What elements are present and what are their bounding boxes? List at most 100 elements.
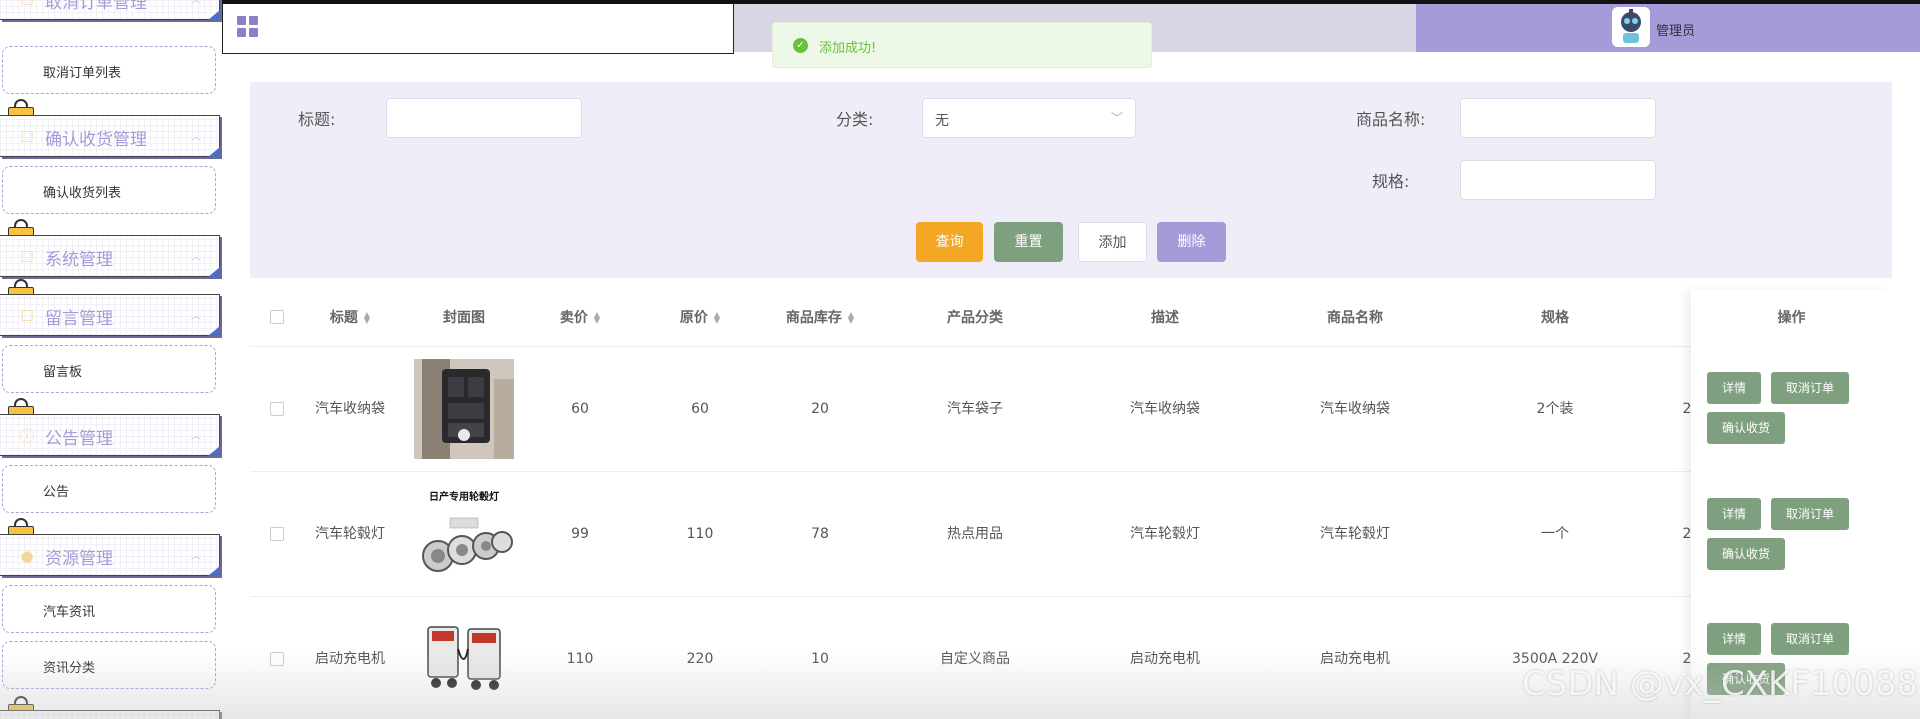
corner-decoration — [208, 267, 220, 277]
cell-price: 99 — [571, 526, 589, 542]
sidebar-item-label: 确认收货列表 — [43, 186, 122, 201]
title-label: 标题: — [298, 110, 336, 129]
column-header-spec: 规格 — [1495, 290, 1615, 346]
detail-button[interactable]: 详情 — [1707, 623, 1761, 655]
jump-starter-image — [427, 626, 501, 690]
column-label: 描述 — [1151, 310, 1179, 326]
avatar[interactable] — [1612, 7, 1650, 47]
cell-spec: 一个 — [1541, 526, 1569, 542]
product-name-input[interactable] — [1460, 98, 1656, 138]
product-name-label: 商品名称: — [1356, 110, 1426, 129]
column-header-category: 产品分类 — [910, 290, 1040, 346]
sort-icon[interactable]: ▲ ▼ — [364, 311, 370, 325]
product-table: 标题 ▲ ▼ 封面图 卖价 ▲ ▼ 原价 ▲ ▼ 商品库存 ▲ ▼ 产品分类 描述 商品名称 规… — [250, 290, 1892, 719]
column-label: 规格 — [1541, 310, 1569, 326]
cover-image[interactable] — [414, 609, 514, 709]
menu-label: 公告管理 — [45, 429, 113, 449]
sort-icon[interactable]: ▲ ▼ — [594, 311, 600, 325]
file-icon: ☐ — [20, 307, 34, 325]
sidebar-item-message-board[interactable]: 留言板 — [2, 345, 216, 393]
column-label: 标题 — [329, 310, 358, 326]
success-check-icon: ✓ — [793, 38, 808, 53]
sidebar-item-confirm-receipt-list[interactable]: 确认收货列表 — [2, 166, 216, 214]
sidebar-menu-resources[interactable]: ● 资源管理 ︿ — [0, 534, 220, 576]
cell-price: 60 — [571, 401, 589, 417]
confirm-receipt-button[interactable]: 确认收货 — [1707, 538, 1785, 570]
cell-category: 汽车袋子 — [947, 401, 1003, 417]
sidebar-item-car-news[interactable]: 汽车资讯 — [2, 585, 216, 633]
column-label: 商品名称 — [1327, 310, 1383, 326]
corner-decoration — [208, 566, 220, 576]
cell-category: 自定义商品 — [940, 651, 1010, 667]
category-select[interactable]: 无 ﹀ — [922, 98, 1136, 138]
select-all-checkbox[interactable] — [270, 310, 284, 324]
toast-message: 添加成功! — [819, 41, 877, 56]
sidebar-menu-messages[interactable]: ☐ 留言管理 ︿ — [0, 294, 220, 336]
sidebar-menu-cancel-orders[interactable]: ☐ 取消订单管理 ︿ — [0, 0, 220, 20]
cancel-order-button[interactable]: 取消订单 — [1771, 623, 1849, 655]
detail-button[interactable]: 详情 — [1707, 498, 1761, 530]
column-header-original-price[interactable]: 原价 ▲ ▼ — [650, 290, 750, 346]
sidebar-item-cancel-order-list[interactable]: 取消订单列表 — [2, 46, 216, 94]
sidebar-item-announcement[interactable]: 公告 — [2, 465, 216, 513]
row-checkbox[interactable] — [270, 652, 284, 666]
sidebar-item-news-category[interactable]: 资讯分类 — [2, 641, 216, 689]
file-icon: ☐ — [20, 248, 34, 266]
cell-stock: 78 — [811, 526, 829, 542]
file-icon: ☐ — [20, 128, 34, 146]
spec-input[interactable] — [1460, 160, 1656, 200]
sidebar-menu-next[interactable] — [0, 710, 220, 719]
delete-button[interactable]: 删除 — [1157, 222, 1226, 262]
column-header-stock[interactable]: 商品库存 ▲ ▼ — [760, 290, 880, 346]
bulb-icon: ● — [20, 547, 34, 565]
cover-image-caption: 日产专用轮毂灯 — [429, 492, 499, 503]
cover-image[interactable] — [414, 359, 514, 459]
sort-icon[interactable]: ▲ ▼ — [714, 311, 720, 325]
spec-label: 规格: — [1372, 172, 1410, 191]
sidebar-item-label: 公告 — [43, 485, 70, 500]
reset-button[interactable]: 重置 — [994, 222, 1063, 262]
chevron-up-icon: ︿ — [191, 252, 201, 263]
cell-product-name: 汽车轮毂灯 — [1320, 526, 1390, 542]
car-seat-organizer-image — [414, 359, 514, 459]
corner-decoration — [208, 10, 220, 20]
header-user-area: 管理员 — [1416, 4, 1920, 52]
chevron-up-icon: ︿ — [191, 431, 201, 442]
menu-label: 系统管理 — [45, 250, 113, 270]
column-header-product-name: 商品名称 — [1290, 290, 1420, 346]
menu-grid-icon[interactable] — [237, 16, 259, 38]
chevron-down-icon: ﹀ — [1110, 111, 1123, 125]
sidebar-menu-announcements[interactable]: ⓘ 公告管理 ︿ — [0, 414, 220, 456]
cover-image[interactable]: 日产专用轮毂灯 — [414, 484, 514, 584]
title-input[interactable] — [386, 98, 582, 138]
corner-decoration — [208, 326, 220, 336]
chevron-up-icon: ︿ — [191, 311, 201, 322]
cell-title: 汽车收纳袋 — [315, 401, 385, 417]
detail-button[interactable]: 详情 — [1707, 372, 1761, 404]
sort-icon[interactable]: ▲ ▼ — [848, 311, 854, 325]
sidebar-menu-confirm-receipt[interactable]: ☐ 确认收货管理 ︿ — [0, 115, 220, 157]
watermark: CSDN @vx_CXKF10088 — [1522, 664, 1919, 704]
column-label: 商品库存 — [785, 310, 842, 326]
operation-column: 操作 详情 取消订单 确认收货 详情 取消订单 确认收货 详情 取消订单 确认收… — [1691, 290, 1892, 719]
cancel-order-button[interactable]: 取消订单 — [1771, 372, 1849, 404]
add-button[interactable]: 添加 — [1078, 222, 1147, 262]
cell-stock: 10 — [811, 651, 829, 667]
confirm-receipt-button[interactable]: 确认收货 — [1707, 412, 1785, 444]
cell-desc: 汽车收纳袋 — [1130, 401, 1200, 417]
query-button[interactable]: 查询 — [916, 222, 983, 262]
column-header-price[interactable]: 卖价 ▲ ▼ — [530, 290, 630, 346]
menu-label: 确认收货管理 — [45, 130, 147, 150]
row-checkbox[interactable] — [270, 527, 284, 541]
cell-product-name: 启动充电机 — [1320, 651, 1390, 667]
cell-product-name: 汽车收纳袋 — [1320, 401, 1390, 417]
cancel-order-button[interactable]: 取消订单 — [1771, 498, 1849, 530]
row-checkbox[interactable] — [270, 402, 284, 416]
corner-decoration — [208, 147, 220, 157]
column-header-ops: 操作 — [1777, 310, 1806, 326]
category-label: 分类: — [836, 110, 874, 129]
column-header-title[interactable]: 标题 ▲ ▼ — [310, 290, 390, 346]
cell-category: 热点用品 — [947, 526, 1003, 542]
sidebar-menu-system[interactable]: ☐ 系统管理 ︿ — [0, 235, 220, 277]
username[interactable]: 管理员 — [1656, 20, 1695, 39]
